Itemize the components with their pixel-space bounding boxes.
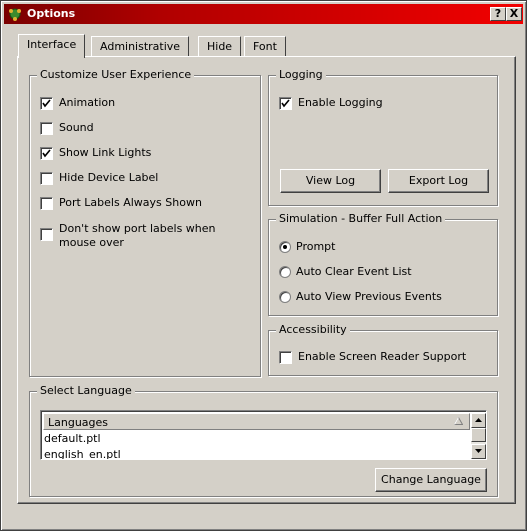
enable-logging-label: Enable Logging <box>298 96 383 109</box>
tab-font[interactable]: Font <box>244 36 286 57</box>
customize-group-title: Customize User Experience <box>37 68 195 81</box>
view-log-button[interactable]: View Log <box>280 169 381 193</box>
prompt-label: Prompt <box>296 240 336 253</box>
tab-administrative[interactable]: Administrative <box>91 36 190 57</box>
sound-label: Sound <box>59 121 94 134</box>
hide-port-labels-mouseover-label-line1: Don't show port labels when <box>59 222 216 235</box>
screen-reader-label: Enable Screen Reader Support <box>298 350 467 363</box>
check-icon <box>40 97 53 110</box>
auto-clear-event-list-label: Auto Clear Event List <box>296 265 412 278</box>
show-link-lights-label: Show Link Lights <box>59 146 152 159</box>
help-button[interactable]: ? <box>490 7 506 21</box>
tab-interface[interactable]: Interface <box>18 34 86 58</box>
close-button[interactable]: X <box>506 7 522 21</box>
options-window: Options ? X Interface Administrative Hid… <box>0 0 527 531</box>
radio-icon <box>279 291 291 303</box>
auto-view-previous-events-label: Auto View Previous Events <box>296 290 442 303</box>
tab-hide[interactable]: Hide <box>198 36 242 57</box>
hide-device-label-label: Hide Device Label <box>59 171 159 184</box>
list-item[interactable]: default.ptl <box>44 432 101 445</box>
sort-triangle-icon <box>454 417 463 425</box>
scroll-thumb[interactable] <box>471 428 486 442</box>
languages-column-header[interactable]: Languages <box>43 413 470 430</box>
logging-group-title: Logging <box>276 68 326 81</box>
export-log-button[interactable]: Export Log <box>388 169 489 193</box>
scroll-up-button[interactable] <box>471 413 486 428</box>
window-title: Options <box>27 7 76 20</box>
radio-icon <box>279 266 291 278</box>
language-group-title: Select Language <box>37 384 135 397</box>
title-bar[interactable]: Options ? X <box>4 4 523 24</box>
language-list[interactable]: Languages default.ptl english_en.ptl <box>40 410 487 460</box>
port-labels-always-shown-label: Port Labels Always Shown <box>59 196 202 209</box>
language-list-scrollbar[interactable] <box>471 413 486 459</box>
arrow-up-icon <box>475 418 482 422</box>
list-item[interactable]: english_en.ptl <box>44 448 121 459</box>
languages-header-label: Languages <box>48 416 109 429</box>
app-icon <box>9 8 21 21</box>
arrow-down-icon <box>475 449 482 453</box>
check-icon <box>279 97 292 110</box>
simulation-group-title: Simulation - Buffer Full Action <box>276 212 446 225</box>
radio-selected-icon <box>279 241 291 253</box>
change-language-button[interactable]: Change Language <box>375 468 487 492</box>
accessibility-group-title: Accessibility <box>276 323 350 336</box>
hide-port-labels-mouseover-label-line2: mouse over <box>59 236 124 249</box>
scroll-down-button[interactable] <box>471 444 486 459</box>
check-icon <box>40 147 53 160</box>
animation-label: Animation <box>59 96 116 109</box>
